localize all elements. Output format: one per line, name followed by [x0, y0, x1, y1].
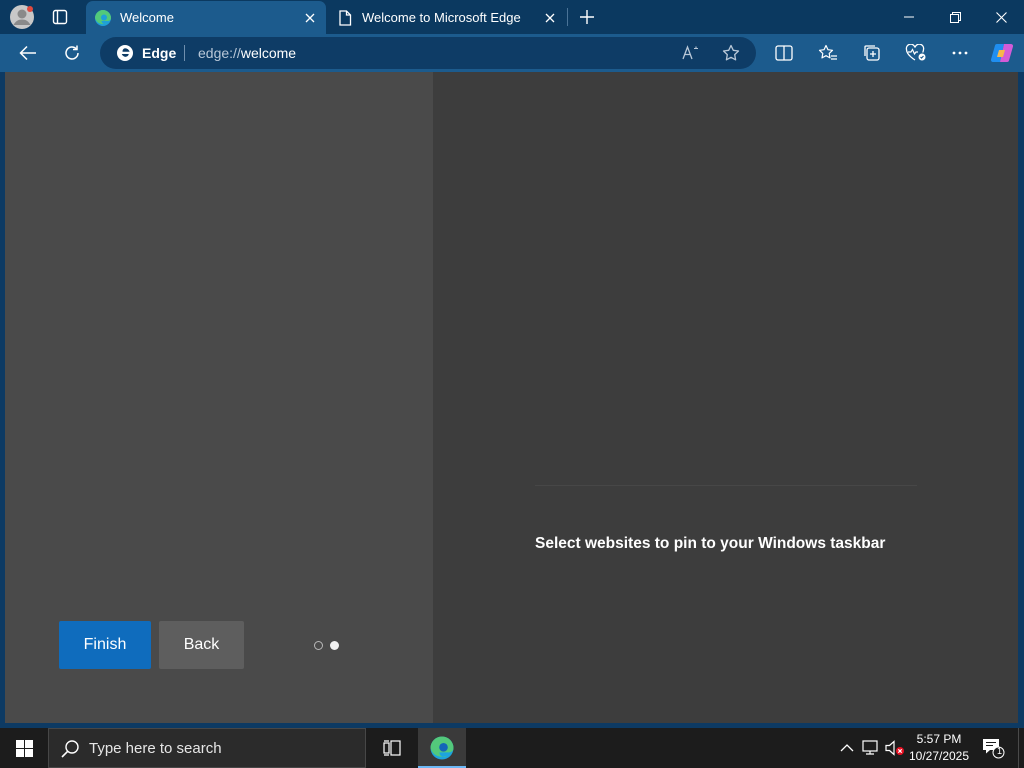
- copilot-button[interactable]: [986, 38, 1018, 68]
- add-favorite-button[interactable]: [717, 40, 745, 66]
- show-hidden-icons-button[interactable]: [836, 736, 858, 760]
- star-icon: [722, 44, 740, 61]
- arrow-left-icon: [19, 45, 36, 61]
- url-text[interactable]: edge://welcome: [198, 45, 296, 61]
- tab-strip: Welcome Welcome to Microsoft Edge: [0, 0, 1024, 34]
- tab-separator: [567, 8, 568, 26]
- omnibox-separator: [184, 45, 185, 61]
- favorites-button[interactable]: [812, 38, 844, 68]
- volume-muted-icon: [885, 740, 904, 756]
- page-icon: [336, 9, 354, 27]
- refresh-icon: [65, 45, 79, 60]
- browser-essentials-button[interactable]: [900, 38, 932, 68]
- step-indicator-2: [330, 641, 339, 650]
- close-tab-icon[interactable]: [298, 6, 322, 30]
- start-button[interactable]: [0, 728, 48, 768]
- edge-icon: [430, 736, 454, 760]
- search-placeholder: Type here to search: [89, 740, 222, 757]
- notifications-button[interactable]: 1: [980, 736, 1006, 760]
- clock-date: 10/27/2025: [908, 749, 970, 763]
- browser-toolbar: Edge edge://welcome: [0, 34, 1024, 72]
- minimize-button[interactable]: [886, 0, 932, 34]
- read-aloud-button[interactable]: [677, 40, 705, 66]
- profile-icon: [10, 5, 34, 29]
- close-window-button[interactable]: [978, 0, 1024, 34]
- taskbar-clock[interactable]: 5:57 PM 10/27/2025: [904, 731, 974, 765]
- favorites-icon: [818, 44, 837, 60]
- tab-title: Welcome to Microsoft Edge: [362, 10, 521, 25]
- close-tab-icon[interactable]: [538, 6, 562, 30]
- show-desktop-button[interactable]: [1018, 728, 1020, 768]
- site-identity-label: Edge: [142, 45, 177, 61]
- copilot-icon: [990, 43, 1014, 63]
- welcome-page: Finish Back Select websites to pin to yo…: [5, 72, 1018, 723]
- step-indicator-1: [314, 641, 323, 650]
- address-bar[interactable]: Edge edge://welcome: [100, 37, 756, 69]
- network-icon: [862, 740, 878, 755]
- heart-pulse-icon: [905, 44, 926, 61]
- settings-more-button[interactable]: [944, 38, 976, 68]
- split-screen-button[interactable]: [768, 38, 800, 68]
- tab-welcome[interactable]: Welcome: [86, 1, 326, 34]
- left-panel: Finish Back: [5, 72, 433, 723]
- refresh-button[interactable]: [56, 38, 88, 68]
- edge-logo-icon: [117, 45, 133, 61]
- tab-title: Welcome: [120, 10, 174, 25]
- windows-taskbar: Type here to search 5:57 PM 10/27/2025 1: [0, 728, 1024, 768]
- task-view-button[interactable]: [372, 728, 412, 768]
- back-button[interactable]: Back: [159, 621, 244, 669]
- volume-button[interactable]: [884, 736, 906, 760]
- tab-actions-button[interactable]: [44, 4, 76, 30]
- taskbar-search-box[interactable]: Type here to search: [48, 728, 366, 768]
- tab-welcome-to-edge[interactable]: Welcome to Microsoft Edge: [328, 1, 566, 34]
- profile-avatar[interactable]: [8, 4, 36, 30]
- new-tab-button[interactable]: [574, 4, 600, 30]
- plus-icon: [580, 10, 594, 24]
- finish-button[interactable]: Finish: [59, 621, 151, 669]
- section-divider: [535, 485, 917, 486]
- notification-count: 1: [996, 746, 1002, 756]
- chevron-up-icon: [840, 744, 854, 752]
- edge-icon: [94, 9, 112, 27]
- taskbar-edge-app[interactable]: [418, 728, 466, 768]
- search-icon: [61, 740, 79, 758]
- read-aloud-icon: [682, 45, 698, 60]
- collections-icon: [864, 45, 880, 61]
- minimize-icon: [904, 16, 914, 18]
- collections-button[interactable]: [856, 38, 888, 68]
- restore-button[interactable]: [932, 0, 978, 34]
- split-screen-icon: [775, 45, 793, 61]
- pin-sites-heading: Select websites to pin to your Windows t…: [535, 535, 886, 552]
- more-horizontal-icon: [952, 51, 968, 55]
- back-nav-button[interactable]: [12, 38, 44, 68]
- close-icon: [995, 11, 1007, 23]
- windows-logo-icon: [15, 739, 33, 757]
- restore-icon: [949, 11, 961, 23]
- task-view-icon: [383, 740, 401, 756]
- network-button[interactable]: [860, 736, 882, 760]
- tab-actions-icon: [52, 9, 68, 25]
- clock-time: 5:57 PM: [916, 732, 962, 746]
